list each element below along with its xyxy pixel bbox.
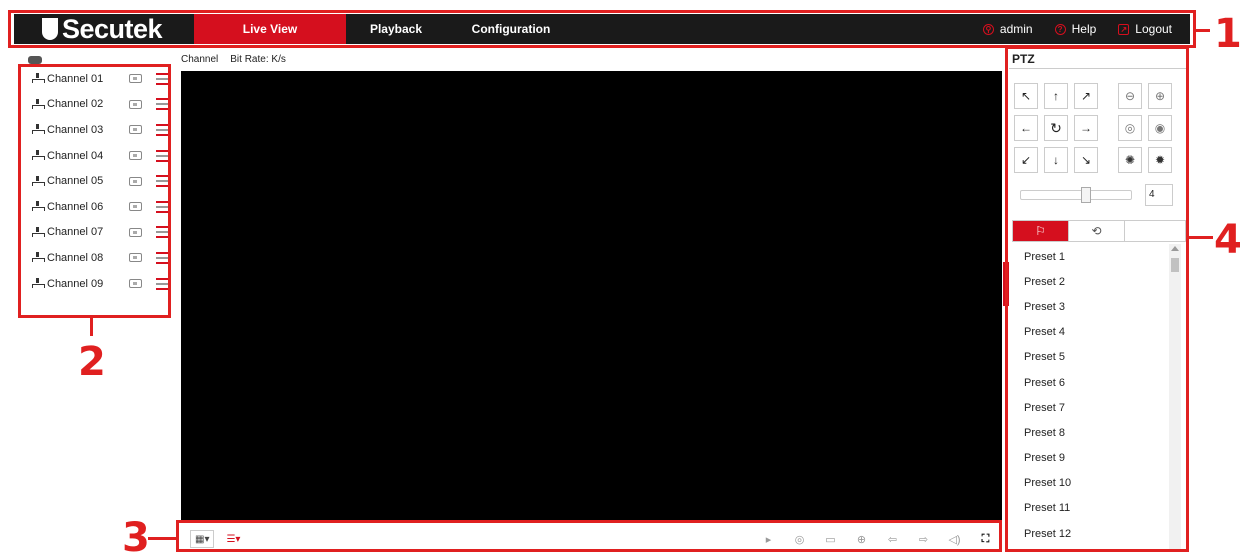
- annotation-line-4: [1189, 236, 1213, 239]
- video-viewport[interactable]: [181, 71, 1002, 521]
- annotation-3: 3: [122, 515, 150, 552]
- annotation-box-2: [18, 64, 171, 318]
- video-header: Channel Bit Rate: K/s: [181, 54, 286, 65]
- channel-label: Channel: [181, 54, 219, 65]
- dvr-icon[interactable]: [28, 56, 42, 64]
- annotation-4: 4: [1214, 217, 1241, 263]
- bitrate-label: Bit Rate: K/s: [230, 54, 286, 65]
- annotation-line-1: [1196, 29, 1210, 32]
- annotation-line-2: [90, 318, 93, 336]
- annotation-1: 1: [1214, 11, 1241, 57]
- annotation-line-3: [148, 537, 176, 540]
- annotation-box-3: [176, 520, 1002, 552]
- annotation-box-1: [8, 10, 1196, 48]
- annotation-2: 2: [78, 339, 106, 385]
- annotation-box-4: [1005, 46, 1189, 552]
